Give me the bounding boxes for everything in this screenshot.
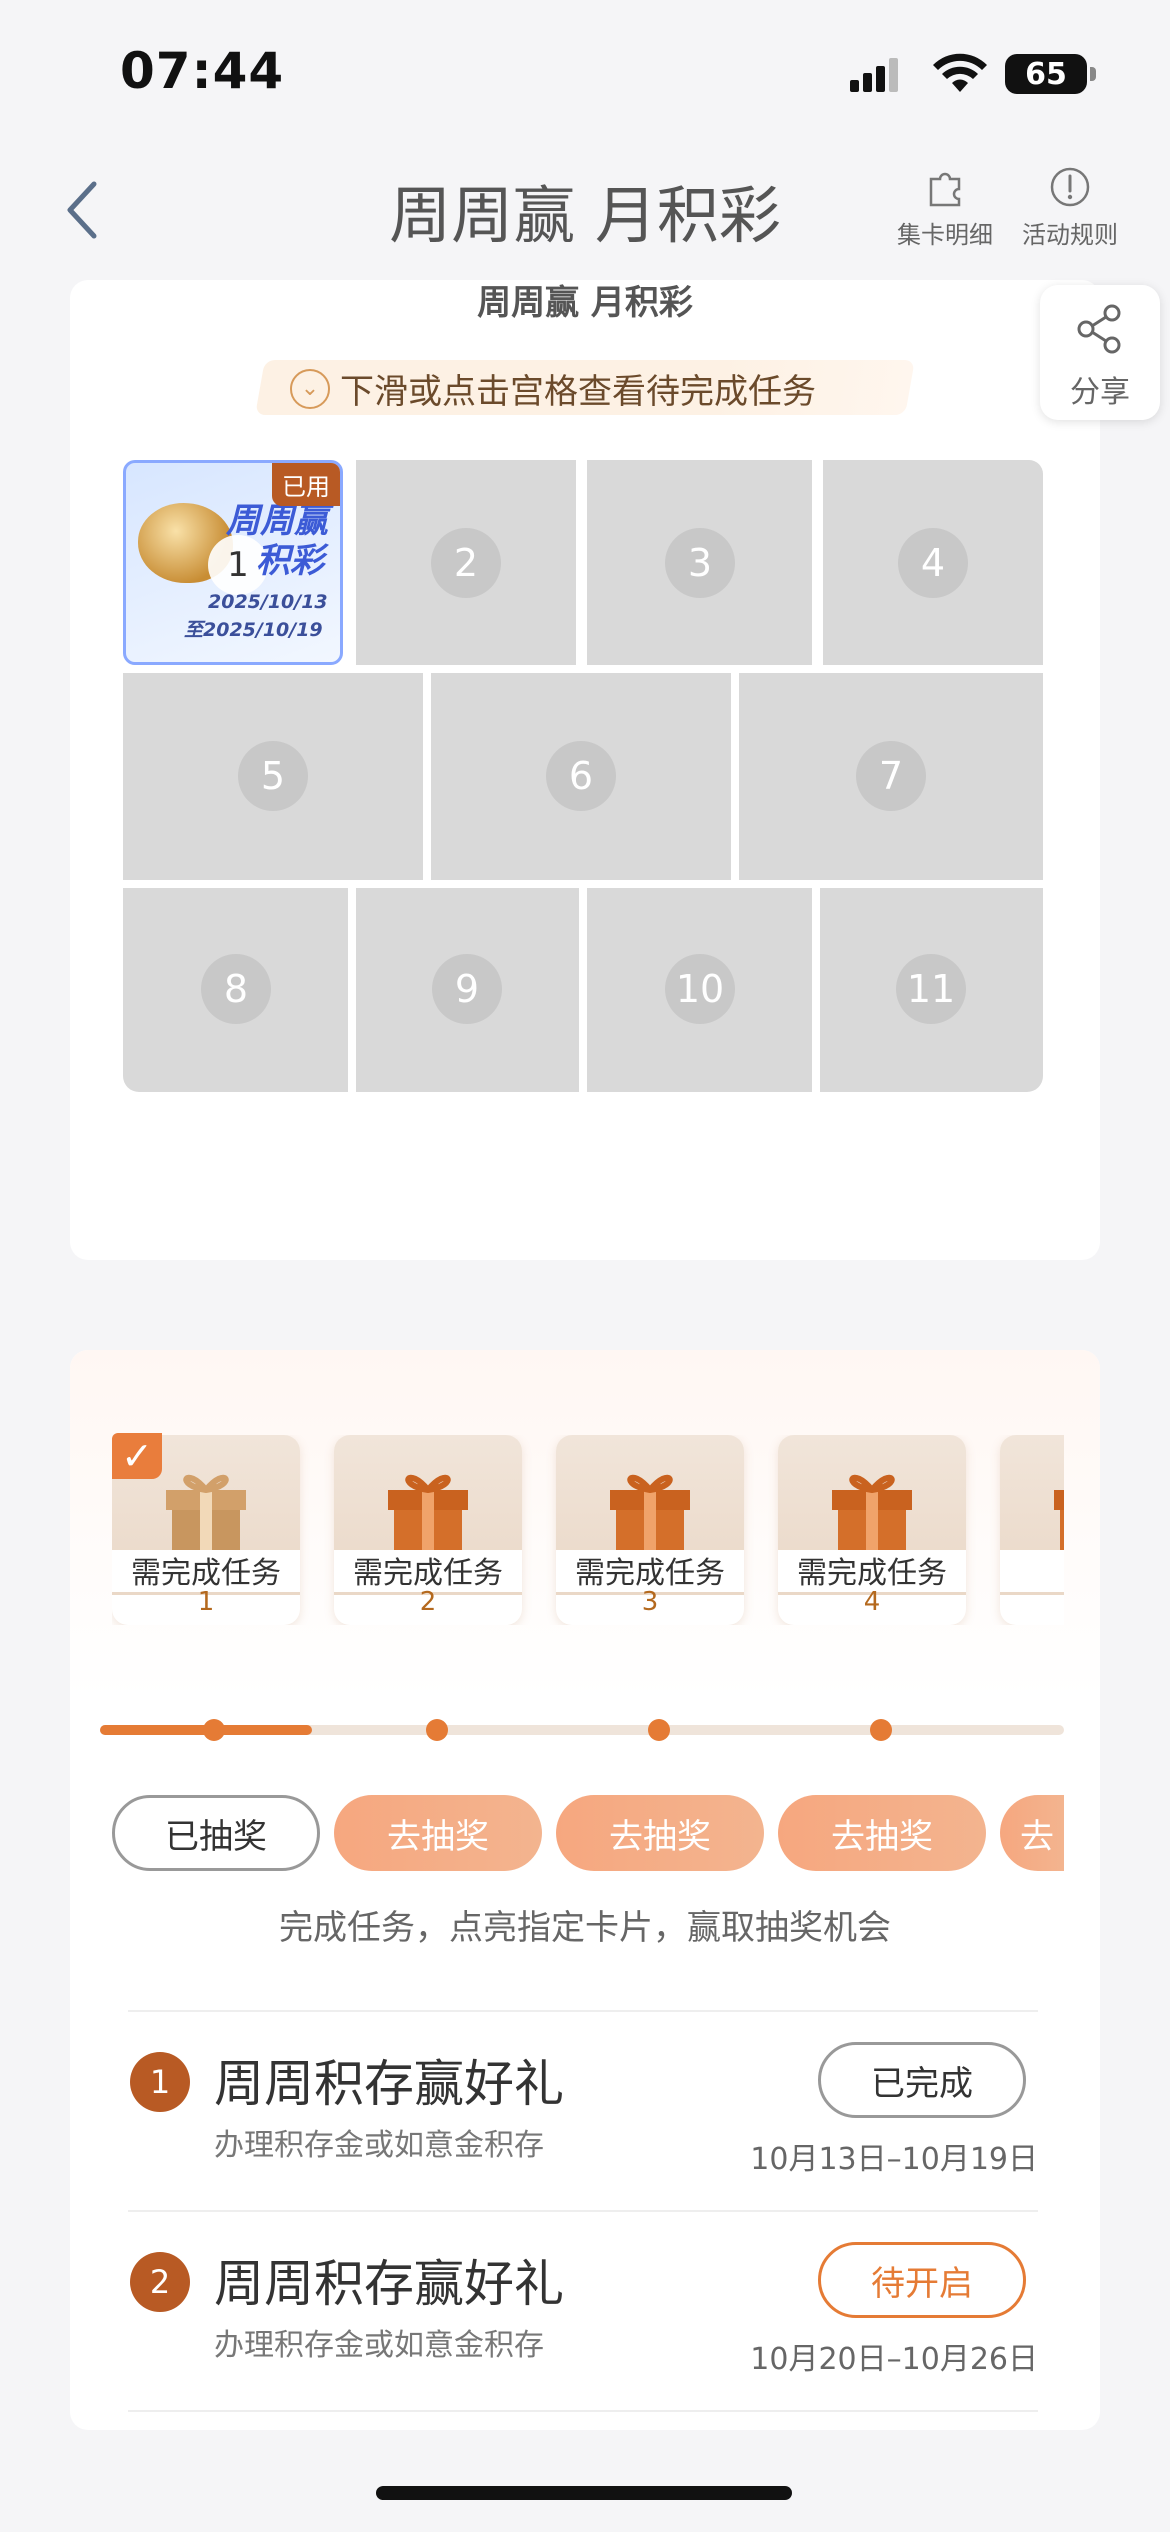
puzzle-icon — [929, 172, 961, 207]
battery-icon: 65 — [1005, 54, 1096, 94]
cell-number: 7 — [856, 741, 926, 811]
grid-cell-8[interactable]: 8 — [123, 888, 348, 1092]
gift-label: 需完成任务 — [334, 1550, 522, 1592]
grid-cell-6[interactable]: 6 — [431, 673, 731, 880]
gift-card-5[interactable]: 需完 — [1000, 1435, 1064, 1625]
progress-dot — [870, 1719, 892, 1741]
lottery-button-3[interactable]: 去抽奖 — [556, 1795, 764, 1871]
progress-dot — [203, 1719, 225, 1741]
task-status-button[interactable]: 已完成 — [818, 2042, 1026, 2118]
cell-number: 11 — [896, 954, 966, 1024]
signal-icon — [850, 58, 910, 96]
grid-cell-5[interactable]: 5 — [123, 673, 423, 880]
cell-card-title: 周周赢 积彩 — [226, 501, 328, 581]
task-title: 周周积存赢好礼 — [214, 2255, 564, 2313]
grid-cell-4[interactable]: 4 — [823, 460, 1043, 665]
double-chevron-down-icon: ⌄ — [290, 368, 330, 409]
gift-card-2[interactable]: 需完成任务 2 — [334, 1435, 522, 1625]
task-row-1: 1 周周积存赢好礼 办理积存金或如意金积存 已完成 10月13日–10月19日 — [128, 2010, 1038, 2212]
card-detail-label: 集卡明细 — [897, 221, 993, 249]
cell-number: 3 — [665, 528, 735, 598]
gift-card-3[interactable]: 需完成任务 3 — [556, 1435, 744, 1625]
gift-label: 需完 — [1000, 1550, 1064, 1592]
task-hint: 完成任务，点亮指定卡片，赢取抽奖机会 — [279, 1908, 891, 1948]
gift-task-number: 2 — [419, 1587, 437, 1617]
gift-task-number: 3 — [641, 1587, 659, 1617]
cell-number: 4 — [898, 528, 968, 598]
lottery-button-5[interactable]: 去 — [1000, 1795, 1064, 1871]
tasks-panel: 需完成任务 1 需完成任务 2 需完成任务 3 需完成任务 4 ✓ 已抽奖 去抽… — [70, 1350, 1100, 2430]
grid-cell-3[interactable]: 3 — [587, 460, 812, 665]
grid-cell-2[interactable]: 2 — [356, 460, 576, 665]
hint-text: 下滑或点击宫格查看待完成任务 — [340, 372, 816, 412]
card-detail-button[interactable]: 集卡明细 — [880, 165, 1010, 250]
cell-number: 6 — [546, 741, 616, 811]
grid-cell-1[interactable]: 1 周周赢 积彩 2025/10/13 至2025/10/19 已用 — [123, 460, 343, 665]
cell-number: 5 — [238, 741, 308, 811]
share-button[interactable]: 分享 — [1040, 285, 1160, 420]
gift-icon — [388, 1474, 468, 1556]
card-collection-panel: 周周赢 月积彩 ⌄ 下滑或点击宫格查看待完成任务 1 周周赢 积彩 2025/1… — [70, 280, 1100, 1260]
card-subtitle: 周周赢 月积彩 — [477, 283, 693, 323]
rules-label: 活动规则 — [1022, 221, 1118, 249]
progress-dot — [426, 1719, 448, 1741]
progress-dot — [648, 1719, 670, 1741]
cell-number: 2 — [431, 528, 501, 598]
wifi-icon — [932, 52, 988, 98]
task-date: 10月20日–10月26日 — [750, 2342, 1038, 2377]
task-status-button[interactable]: 待开启 — [818, 2242, 1026, 2318]
grid-cell-9[interactable]: 9 — [356, 888, 579, 1092]
gift-icon — [1054, 1490, 1064, 1556]
task-row-2: 2 周周积存赢好礼 办理积存金或如意金积存 待开启 10月20日–10月26日 — [128, 2210, 1038, 2412]
gift-task-number: 4 — [863, 1587, 881, 1617]
used-badge: 已用 — [272, 463, 340, 506]
gift-icon — [610, 1474, 690, 1556]
lottery-button-4[interactable]: 去抽奖 — [778, 1795, 986, 1871]
gift-icon — [166, 1474, 246, 1556]
share-label: 分享 — [1070, 375, 1130, 410]
task-title: 周周积存赢好礼 — [214, 2055, 564, 2113]
grid-cell-10[interactable]: 10 — [587, 888, 812, 1092]
back-button[interactable] — [50, 170, 120, 250]
gift-label: 需完成任务 — [778, 1550, 966, 1592]
gift-card-4[interactable]: 需完成任务 4 — [778, 1435, 966, 1625]
card-grid: 1 周周赢 积彩 2025/10/13 至2025/10/19 已用 2 3 4… — [123, 460, 1043, 1092]
progress-track — [100, 1719, 1064, 1741]
cell-number: 8 — [201, 954, 271, 1024]
lottery-button-1[interactable]: 已抽奖 — [112, 1795, 320, 1871]
gift-icon — [832, 1474, 912, 1556]
hint-text-wrap: ⌄ 下滑或点击宫格查看待完成任务 — [290, 364, 816, 413]
cell-date-to: 至2025/10/19 — [184, 619, 323, 641]
page-title: 周周赢 月积彩 — [389, 179, 781, 252]
check-icon: ✓ — [112, 1433, 162, 1479]
gift-label: 需完成任务 — [556, 1550, 744, 1592]
rules-button[interactable]: 活动规则 — [1005, 165, 1135, 250]
grid-cell-11[interactable]: 11 — [820, 888, 1043, 1092]
lottery-button-2[interactable]: 去抽奖 — [334, 1795, 542, 1871]
gift-strip: 需完成任务 1 需完成任务 2 需完成任务 3 需完成任务 4 — [112, 1435, 1064, 1625]
share-icon — [1077, 304, 1121, 354]
home-indicator — [376, 2486, 792, 2500]
gift-label: 需完成任务 — [112, 1550, 300, 1592]
status-time: 07:44 — [120, 42, 285, 100]
task-date: 10月13日–10月19日 — [750, 2142, 1038, 2177]
task-subtitle: 办理积存金或如意金积存 — [214, 2328, 544, 2363]
chevron-left-icon — [67, 181, 97, 239]
task-index: 1 — [130, 2052, 190, 2112]
gift-task-number: 1 — [197, 1587, 215, 1617]
cell-date-from: 2025/10/13 — [208, 591, 328, 613]
cell-card-title-line2: 积彩 — [256, 541, 324, 581]
cell-number: 10 — [665, 954, 735, 1024]
grid-cell-7[interactable]: 7 — [739, 673, 1043, 880]
cell-card-title-line1: 周周赢 — [226, 501, 328, 541]
task-index: 2 — [130, 2252, 190, 2312]
task-row-divider — [128, 2410, 1038, 2430]
cell-number: 9 — [432, 954, 502, 1024]
info-icon — [1050, 167, 1090, 207]
task-subtitle: 办理积存金或如意金积存 — [214, 2128, 544, 2163]
